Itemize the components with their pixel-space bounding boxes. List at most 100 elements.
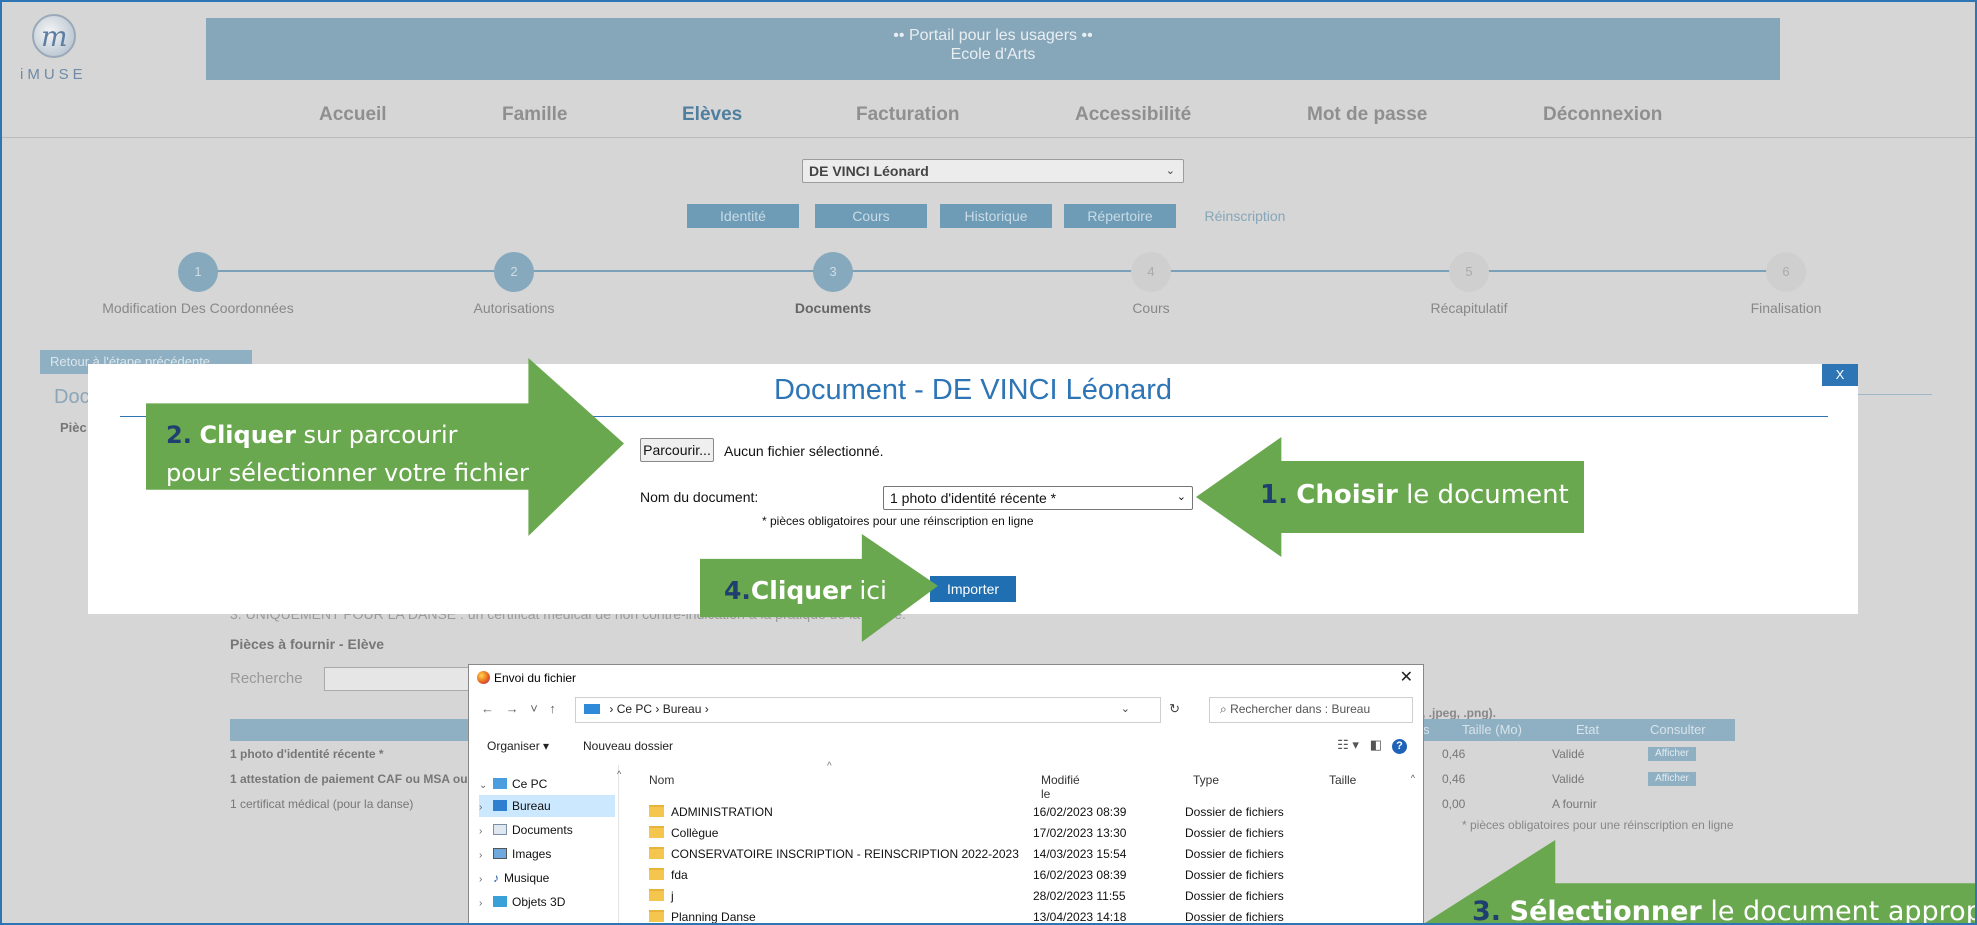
nav-accueil[interactable]: Accueil [319,104,387,126]
tree-item-images[interactable]: › Images [479,843,615,865]
address-bar[interactable]: › Ce PC › Bureau › ⌄ ↻ [575,697,1180,723]
tab-repertoire[interactable]: Répertoire [1064,204,1176,228]
help-icon[interactable]: ? [1392,739,1407,754]
col-name[interactable]: Nom [649,773,674,787]
nav-facturation[interactable]: Facturation [856,104,959,126]
show-button[interactable]: Afficher [1648,772,1696,786]
callout-2-rest: sur parcourir [295,421,458,449]
import-button[interactable]: Importer [930,576,1016,602]
step-5: 5 [1449,252,1489,292]
organize-button[interactable]: Organiser ▾ [487,739,549,753]
images-icon [493,848,507,859]
document-name-select[interactable]: 1 photo d'identité récente * ⌄ [883,486,1193,510]
tree-item-documents[interactable]: › Documents [479,819,615,841]
callout-4-text: 4.Cliquer ici [724,576,887,605]
step-2-label: Autorisations [473,300,555,316]
tree-label: Images [512,847,552,861]
row-size: 0,00 [1442,797,1466,811]
imuse-logo[interactable]: m iMUSE [14,12,94,84]
step-1[interactable]: 1 [178,252,218,292]
col-modified[interactable]: Modifié le [1041,773,1080,801]
list-item[interactable]: fda 16/02/2023 08:39 Dossier de fichiers [649,868,1409,888]
view-options-icon[interactable]: ☷ ▾ [1337,737,1359,752]
file-name: Collègue [671,826,719,840]
show-button[interactable]: Afficher [1648,747,1696,761]
modal-close-button[interactable]: X [1822,364,1858,386]
callout-3-bold: Sélectionner [1509,896,1702,925]
dialog-search-placeholder: Rechercher dans : Bureau [1230,702,1371,716]
callout-3-rest: le document approprié [1710,896,1975,925]
new-folder-button[interactable]: Nouveau dossier [583,739,673,753]
music-note-icon: ♪ [493,871,499,885]
browse-button[interactable]: Parcourir... [640,438,714,462]
step-4-label: Cours [1132,300,1170,316]
mandatory-note: * pièces obligatoires pour une réinscrip… [762,514,1034,528]
collapsed-chevron-icon[interactable]: › [479,845,493,867]
callout-1-text: 1. Choisir le document [1260,480,1569,510]
step-3[interactable]: 3 [813,252,853,292]
file-upload-dialog: Envoi du fichier ✕ ← → ˅ ↑ › Ce PC › Bur… [468,664,1424,923]
col-state: Etat [1576,722,1600,737]
scroll-up-icon[interactable]: ^ [617,769,621,779]
file-name: fda [671,868,688,882]
collapsed-chevron-icon[interactable]: › [479,893,493,915]
tab-cours[interactable]: Cours [815,204,927,228]
collapsed-chevron-icon[interactable]: › [479,869,493,891]
list-item[interactable]: j 28/02/2023 11:55 Dossier de fichiers [649,889,1409,909]
tree-item-musique[interactable]: › ♪ Musique [479,867,615,889]
tree-label: Documents [512,823,573,837]
nav-accessibilite[interactable]: Accessibilité [1075,104,1191,126]
list-item[interactable]: CONSERVATOIRE INSCRIPTION - REINSCRIPTIO… [649,847,1409,867]
search-input[interactable] [324,667,474,691]
tab-historique[interactable]: Historique [940,204,1052,228]
tree-item-objets-3d[interactable]: › Objets 3D [479,891,615,913]
col-type[interactable]: Type [1193,773,1219,787]
step-2[interactable]: 2 [494,252,534,292]
preview-pane-icon[interactable]: ◧ [1370,737,1382,752]
dialog-search-input[interactable]: ⌕ Rechercher dans : Bureau [1209,697,1413,723]
collapsed-chevron-icon[interactable]: › [479,797,493,819]
file-name: CONSERVATOIRE INSCRIPTION - REINSCRIPTIO… [671,847,1019,861]
search-icon: ⌕ [1220,702,1231,716]
callout-1-num: 1. [1260,480,1288,510]
modal-title: Document - DE VINCI Léonard [773,374,1173,406]
refresh-icon[interactable]: ↻ [1169,701,1180,717]
callout-2-text: 2. Cliquer sur parcourir pour sélectionn… [166,416,529,492]
logo-m-glyph: m [41,20,68,53]
tab-reinscription[interactable]: Réinscription [1185,204,1305,228]
nav-eleves[interactable]: Elèves [682,104,742,126]
file-name: ADMINISTRATION [671,805,773,819]
row-name: 1 certificat médical (pour la danse) [230,797,414,811]
list-item[interactable]: Collègue 17/02/2023 13:30 Dossier de fichi… [649,826,1409,846]
nav-deconnexion[interactable]: Déconnexion [1543,104,1662,126]
chevron-down-icon[interactable]: ⌄ [1121,702,1130,715]
path-bureau[interactable]: Bureau [663,702,702,716]
collapsed-chevron-icon[interactable]: › [479,821,493,843]
dialog-title-bar: Envoi du fichier [477,671,576,685]
folder-icon [649,868,664,880]
list-item[interactable]: Planning Danse 13/04/2023 14:18 Dossier de… [649,910,1409,923]
step-3-label: Documents [794,300,872,316]
list-item[interactable]: ADMINISTRATION 16/02/2023 08:39 Dossier de… [649,805,1409,825]
tab-identite[interactable]: Identité [687,204,799,228]
col-size[interactable]: Taille [1329,773,1356,787]
row-size: 0,46 [1442,772,1466,786]
tree-item-ce-pc[interactable]: ⌄ Ce PC [479,773,615,795]
tree-item-bureau[interactable]: › Bureau [479,795,615,817]
path-ce-pc[interactable]: Ce PC [617,702,652,716]
expanded-chevron-icon[interactable]: ⌄ [479,775,493,797]
step-5-label: Récapitulatif [1430,300,1508,316]
file-modified: 17/02/2023 13:30 [1033,826,1127,840]
search-label: Recherche [230,670,303,687]
row-size: 0,46 [1442,747,1466,761]
scroll-up-icon[interactable]: ^ [1411,773,1415,783]
documents-heading: Doc [54,386,90,408]
nav-famille[interactable]: Famille [502,104,567,126]
tree-label: Objets 3D [512,895,566,909]
student-select[interactable]: DE VINCI Léonard ⌄ [802,159,1184,183]
nav-mot-de-passe[interactable]: Mot de passe [1307,104,1427,126]
callout-2-bold: Cliquer [199,421,296,449]
tree-label: Ce PC [512,777,548,791]
dialog-close-button[interactable]: ✕ [1400,667,1413,687]
navigation-arrows[interactable]: ← → ˅ ↑ [481,701,560,716]
